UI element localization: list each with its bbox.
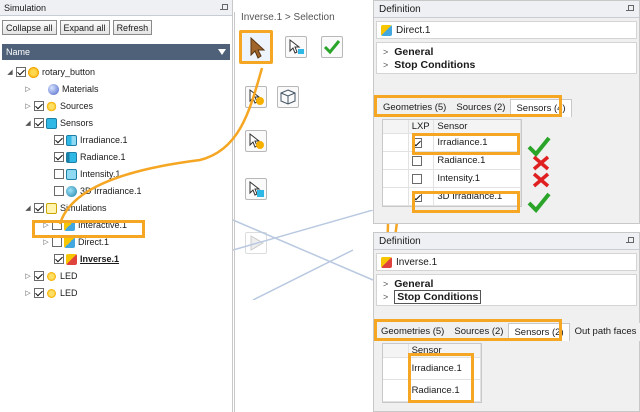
- lxp-checkbox[interactable]: [411, 155, 422, 166]
- definition-header: Definition: [374, 233, 639, 250]
- cross-icon: [532, 172, 550, 188]
- tab-out-path-faces[interactable]: Out path faces: [569, 323, 640, 341]
- definition-sections: > General > Stop Conditions: [376, 274, 637, 306]
- definition-name[interactable]: Direct.1: [376, 21, 637, 39]
- cross-icon: [532, 155, 550, 171]
- direct-sim-icon: [381, 24, 392, 36]
- chevron-right-icon: >: [383, 46, 389, 57]
- table-row[interactable]: Irradiance.1: [383, 358, 481, 380]
- definition-title: Definition: [379, 3, 421, 15]
- section-stop-conditions[interactable]: > Stop Conditions: [383, 289, 630, 304]
- definition-panel-direct: Definition Direct.1 > General > Stop Condi…: [373, 0, 640, 224]
- chevron-right-icon: >: [383, 59, 389, 70]
- tab-geometries[interactable]: Geometries (5): [378, 99, 452, 117]
- chevron-right-icon: >: [383, 291, 389, 302]
- definition-panel-inverse: Definition Inverse.1 > General > Stop Cond…: [373, 232, 640, 412]
- definition-name-label: Direct.1: [396, 24, 431, 36]
- table-header: Sensor: [383, 344, 481, 358]
- definition-name-label: Inverse.1: [396, 256, 438, 268]
- table-row[interactable]: Intensity.1: [383, 170, 522, 188]
- sensor-cell: Radiance.1: [434, 152, 522, 169]
- section-stop-conditions[interactable]: > Stop Conditions: [383, 58, 630, 71]
- sensor-cell: 3D Irradiance.1: [434, 188, 522, 205]
- tab-sources[interactable]: Sources (2): [451, 99, 511, 117]
- inverse-sim-icon: [381, 256, 392, 268]
- tab-sources[interactable]: Sources (2): [449, 323, 509, 341]
- column-lxp: LXP: [409, 120, 435, 133]
- sensor-cell: Radiance.1: [409, 380, 481, 401]
- column-sensor: Sensor: [409, 344, 481, 357]
- definition-tabs: Geometries (5) Sources (2) Sensors (2) O…: [376, 323, 640, 341]
- sensor-table: Sensor Irradiance.1 Radiance.1: [382, 343, 482, 403]
- section-general[interactable]: > General: [383, 277, 630, 290]
- lxp-checkbox[interactable]: [411, 191, 422, 202]
- sensor-cell: Irradiance.1: [409, 358, 481, 379]
- column-sensor: Sensor: [434, 120, 522, 133]
- lxp-checkbox[interactable]: [411, 137, 422, 148]
- lxp-checkbox[interactable]: [411, 173, 422, 184]
- definition-header: Definition: [374, 1, 639, 18]
- sensor-cell: Intensity.1: [434, 170, 522, 187]
- check-icon: [527, 192, 551, 213]
- chevron-right-icon: >: [383, 278, 389, 289]
- definition-tabs: Geometries (5) Sources (2) Sensors (4): [378, 99, 572, 117]
- definition-name[interactable]: Inverse.1: [376, 253, 637, 271]
- sensor-cell: Irradiance.1: [434, 134, 522, 151]
- definition-sections: > General > Stop Conditions: [376, 42, 637, 74]
- tab-geometries[interactable]: Geometries (5): [376, 323, 450, 341]
- tab-sensors[interactable]: Sensors (4): [510, 99, 572, 117]
- table-header: LXP Sensor: [383, 120, 522, 134]
- pin-icon[interactable]: [626, 237, 634, 245]
- definition-title: Definition: [379, 235, 421, 247]
- tab-sensors[interactable]: Sensors (2): [508, 323, 570, 341]
- table-row[interactable]: 3D Irradiance.1: [383, 188, 522, 206]
- section-general[interactable]: > General: [383, 45, 630, 58]
- sensor-table: LXP Sensor Irradiance.1 Radiance.1 Inten…: [382, 119, 522, 207]
- pin-icon[interactable]: [626, 5, 634, 13]
- table-row[interactable]: Radiance.1: [383, 380, 481, 402]
- table-row[interactable]: Irradiance.1: [383, 134, 522, 152]
- table-row[interactable]: Radiance.1: [383, 152, 522, 170]
